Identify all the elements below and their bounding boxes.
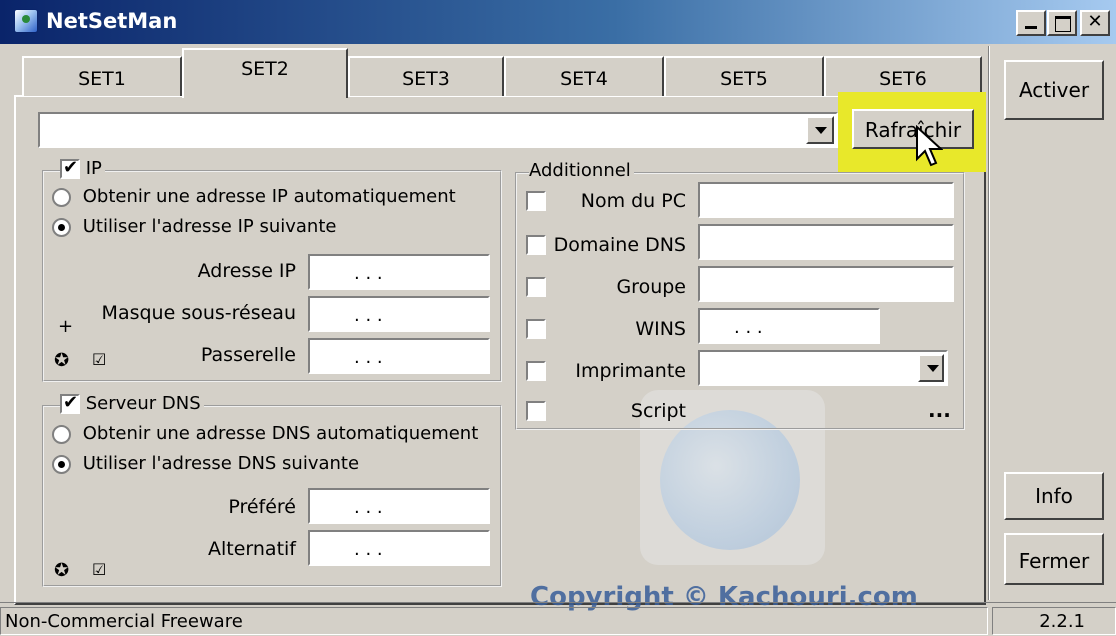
preferred-dns-label: Préféré: [228, 496, 296, 518]
profile-combo[interactable]: [38, 112, 838, 148]
combo-dropdown-button[interactable]: [806, 116, 834, 144]
close-window-button[interactable]: ✕: [1080, 10, 1110, 36]
mouse-cursor-icon: [916, 125, 943, 167]
status-bar: Non-Commercial Freeware 2.2.1: [0, 602, 1116, 636]
close-button[interactable]: Fermer: [1004, 533, 1104, 585]
printer-label: Imprimante: [575, 360, 686, 382]
dns-domain-checkbox[interactable]: [526, 234, 546, 255]
alternate-dns-field[interactable]: . . .: [308, 530, 490, 566]
ip-address-field[interactable]: . . .: [308, 254, 490, 290]
tab-set4[interactable]: SET4: [504, 56, 664, 96]
activate-button[interactable]: Activer: [1004, 60, 1104, 120]
ip-enable-checkbox[interactable]: [60, 157, 80, 179]
dns-auto-radio[interactable]: [52, 424, 71, 444]
dns-manual-radio-row[interactable]: Utiliser l'adresse DNS suivante: [52, 453, 359, 474]
refresh-button[interactable]: Rafraîchir: [852, 109, 974, 149]
tab-set1[interactable]: SET1: [22, 56, 182, 96]
dns-enable-checkbox[interactable]: [60, 392, 80, 414]
printer-checkbox[interactable]: [526, 360, 546, 381]
status-license: Non-Commercial Freeware: [0, 607, 988, 635]
checkbox-icon[interactable]: ☑: [92, 350, 106, 369]
dns-checkbox-icon[interactable]: ☑: [92, 560, 106, 579]
dns-group-title: Serveur DNS: [60, 392, 204, 414]
chevron-down-icon: [927, 365, 939, 372]
circle-icon[interactable]: ✪: [54, 350, 69, 371]
tab-set5[interactable]: SET5: [664, 56, 824, 96]
info-button[interactable]: Info: [1004, 472, 1104, 520]
dns-auto-radio-row[interactable]: Obtenir une adresse DNS automatiquement: [52, 423, 478, 444]
status-version: 2.2.1: [992, 607, 1116, 635]
ip-address-label: Adresse IP: [197, 260, 296, 282]
tab-set2[interactable]: SET2: [182, 48, 348, 98]
tab-set6[interactable]: SET6: [824, 56, 982, 96]
wins-checkbox[interactable]: [526, 318, 546, 339]
dns-domain-field[interactable]: [698, 224, 954, 260]
dns-circle-icon[interactable]: ✪: [54, 560, 69, 581]
additional-group-title: Additionnel: [529, 160, 634, 181]
pc-name-label: Nom du PC: [580, 190, 686, 212]
netsetman-app-icon: [14, 9, 38, 33]
ip-manual-radio-row[interactable]: Utiliser l'adresse IP suivante: [52, 216, 336, 237]
add-ip-icon[interactable]: +: [58, 316, 73, 337]
chevron-down-icon: [815, 127, 827, 134]
maximize-button[interactable]: [1047, 10, 1077, 36]
script-checkbox[interactable]: [526, 400, 546, 421]
subnet-mask-field[interactable]: . . .: [308, 296, 490, 332]
ip-manual-radio[interactable]: [52, 217, 71, 237]
window-title: NetSetMan: [46, 9, 178, 33]
close-icon: ✕: [1087, 11, 1103, 32]
script-browse-button[interactable]: ...: [928, 398, 951, 422]
globe-watermark: [660, 410, 800, 550]
group-label: Groupe: [616, 276, 686, 298]
subnet-mask-label: Masque sous-réseau: [101, 302, 296, 324]
ip-auto-radio-row[interactable]: Obtenir une adresse IP automatiquement: [52, 186, 456, 207]
printer-dropdown-button[interactable]: [918, 354, 944, 382]
minimize-button[interactable]: [1016, 10, 1046, 36]
preferred-dns-field[interactable]: . . .: [308, 488, 490, 524]
gateway-field[interactable]: . . .: [308, 338, 490, 374]
pc-name-checkbox[interactable]: [526, 190, 546, 211]
title-bar: NetSetMan ✕: [0, 0, 1116, 44]
wins-field[interactable]: . . .: [698, 308, 880, 344]
script-label: Script: [630, 400, 686, 422]
pc-name-field[interactable]: [698, 182, 954, 218]
alternate-dns-label: Alternatif: [208, 538, 296, 560]
dns-manual-radio[interactable]: [52, 454, 71, 474]
tab-set3[interactable]: SET3: [348, 56, 504, 96]
ip-auto-radio[interactable]: [52, 187, 71, 207]
dns-domain-label: Domaine DNS: [553, 234, 686, 256]
ip-group-title: IP: [60, 157, 105, 179]
vertical-divider: [988, 46, 990, 600]
group-checkbox[interactable]: [526, 276, 546, 297]
wins-label: WINS: [635, 318, 686, 340]
group-field[interactable]: [698, 266, 954, 302]
printer-combo[interactable]: [698, 350, 948, 386]
gateway-label: Passerelle: [200, 344, 296, 366]
